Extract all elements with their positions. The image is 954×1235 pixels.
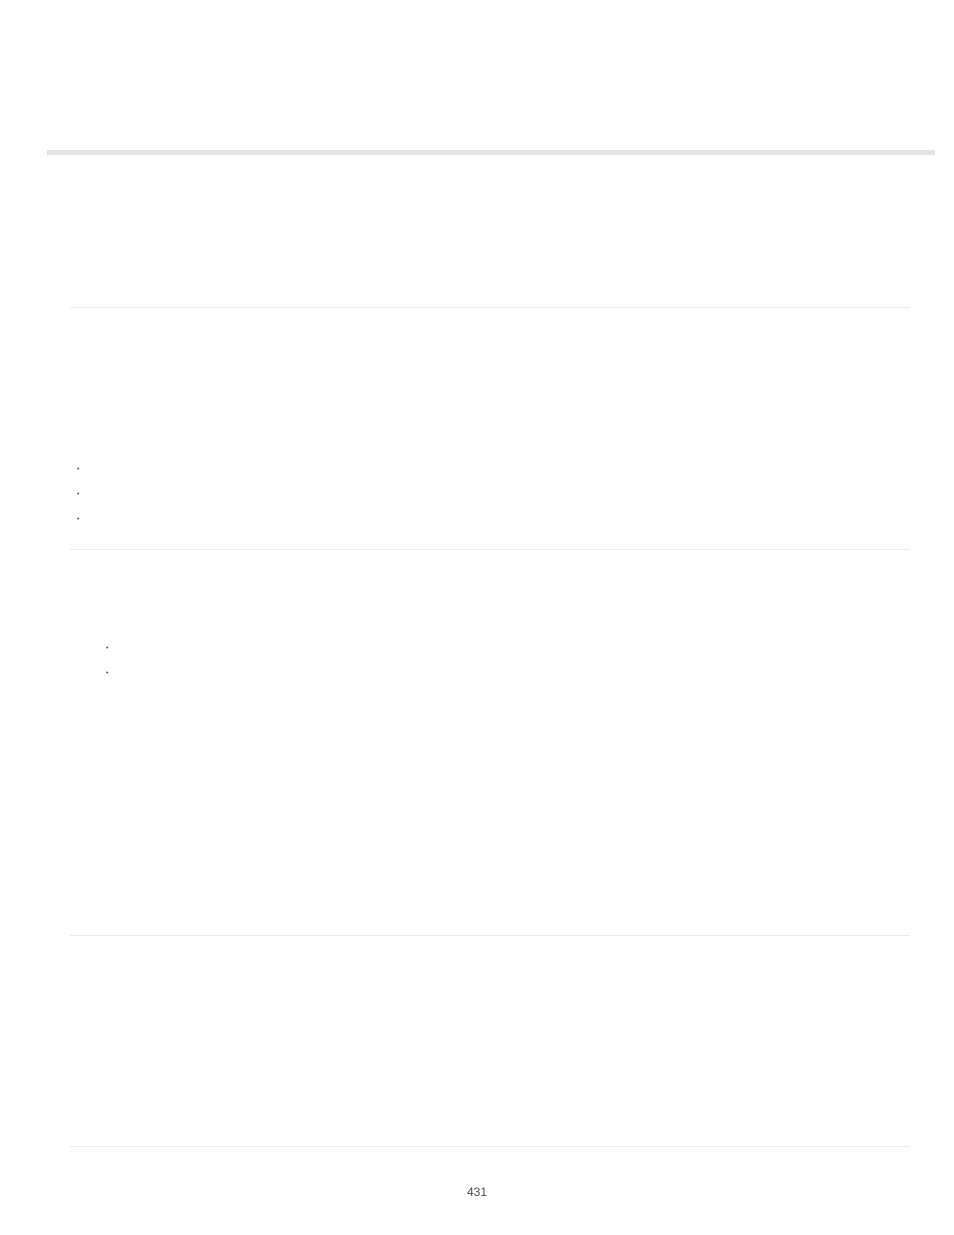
section-divider <box>70 307 910 308</box>
list-bullet: • <box>77 466 79 473</box>
page-number: 431 <box>0 1185 954 1199</box>
list-bullet: • <box>77 491 79 498</box>
section-divider <box>70 549 910 550</box>
section-divider <box>70 1146 910 1147</box>
list-bullet: • <box>106 645 108 652</box>
section-divider <box>70 935 910 936</box>
list-bullet: • <box>106 670 108 677</box>
list-bullet: • <box>77 516 79 523</box>
header-rule <box>47 150 935 155</box>
